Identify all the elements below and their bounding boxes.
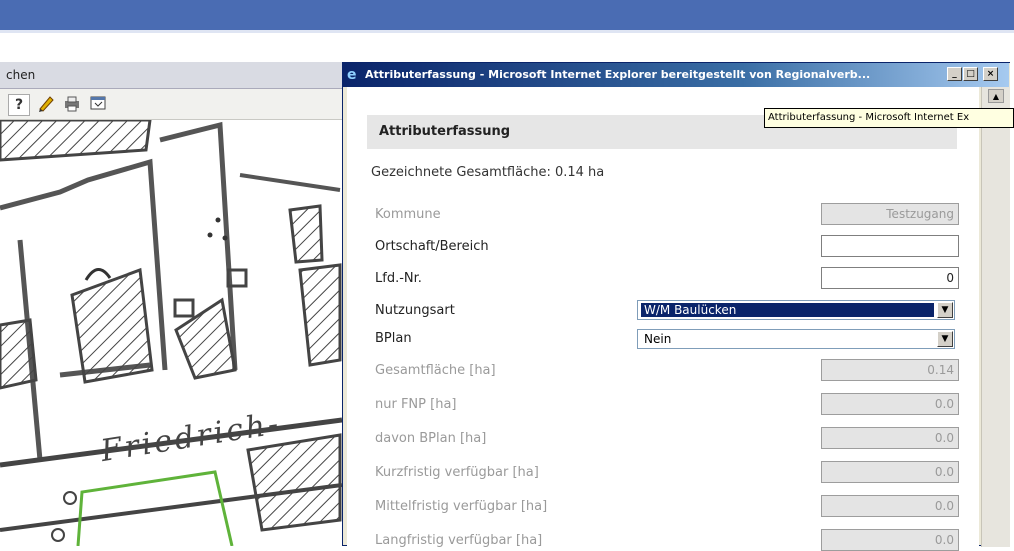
nur-fnp-field: 0.0 (821, 393, 959, 415)
kommune-label: Kommune (375, 207, 441, 222)
nur-fnp-label: nur FNP [ha] (375, 397, 457, 412)
ortschaft-label: Ortschaft/Bereich (375, 239, 489, 254)
davon-bplan-field: 0.0 (821, 427, 959, 449)
kommune-field: Testzugang (821, 203, 959, 225)
mittelfristig-label: Mittelfristig verfügbar [ha] (375, 499, 548, 514)
help-button[interactable]: ? (8, 94, 30, 116)
lfd-nr-label: Lfd.-Nr. (375, 271, 422, 286)
chevron-down-icon[interactable]: ▼ (937, 331, 953, 347)
help-icon: ? (14, 97, 24, 113)
lfd-nr-input[interactable]: 0 (821, 267, 959, 289)
davon-bplan-label: davon BPlan [ha] (375, 431, 487, 446)
dialog-titlebar[interactable]: e Attributerfassung - Microsoft Internet… (343, 63, 1009, 87)
map-toolbar: ? (0, 89, 342, 120)
title-tooltip: Attributerfassung - Microsoft Internet E… (764, 108, 1014, 128)
printer-icon (65, 96, 79, 112)
edit-button[interactable] (36, 94, 56, 114)
ortschaft-input[interactable] (821, 235, 959, 257)
kurzfristig-label: Kurzfristig verfügbar [ha] (375, 465, 539, 480)
browser-top-bar (0, 0, 1014, 30)
minimize-icon: _ (952, 69, 957, 79)
pencil-icon (39, 96, 54, 112)
nutzungsart-select[interactable]: W/M Baulücken ▼ (637, 300, 955, 320)
window-button[interactable] (88, 94, 108, 114)
langfristig-field: 0.0 (821, 529, 959, 551)
window-icon (90, 96, 106, 110)
kurzfristig-field: 0.0 (821, 461, 959, 483)
gesamtflaeche-label: Gesamtfläche [ha] (375, 363, 496, 378)
section-title: Attributerfassung (379, 124, 511, 139)
map-window-title: chen (6, 68, 36, 82)
vertical-scrollbar[interactable]: ▲ (981, 87, 1010, 547)
close-button[interactable]: × (983, 67, 998, 81)
map-canvas (0, 120, 342, 546)
print-button[interactable] (62, 94, 82, 114)
close-icon: × (986, 69, 995, 79)
map-window: chen ? Friedrich- (0, 62, 343, 546)
chevron-down-icon[interactable]: ▼ (937, 302, 953, 318)
top-bar-edge (0, 30, 1014, 33)
drawn-total-area: Gezeichnete Gesamtfläche: 0.14 ha (371, 165, 605, 180)
maximize-icon: □ (966, 69, 975, 79)
map-window-titlebar: chen (0, 62, 342, 89)
bplan-select[interactable]: Nein ▼ (637, 329, 955, 349)
internet-explorer-icon: e (347, 67, 357, 83)
scroll-up-icon[interactable]: ▲ (988, 89, 1004, 103)
dialog-title: Attributerfassung - Microsoft Internet E… (365, 68, 871, 81)
minimize-button[interactable]: _ (947, 67, 962, 81)
cadastral-map[interactable]: Friedrich- (0, 120, 342, 546)
dialog-content: Attributerfassung Gezeichnete Gesamtfläc… (347, 87, 979, 551)
mittelfristig-field: 0.0 (821, 495, 959, 517)
bplan-value: Nein (644, 332, 672, 346)
maximize-button[interactable]: □ (963, 67, 978, 81)
bplan-label: BPlan (375, 331, 412, 346)
attribute-dialog: e Attributerfassung - Microsoft Internet… (342, 62, 1010, 551)
nutzungsart-label: Nutzungsart (375, 303, 455, 318)
nutzungsart-value: W/M Baulücken (641, 303, 934, 317)
gesamtflaeche-field: 0.14 (821, 359, 959, 381)
